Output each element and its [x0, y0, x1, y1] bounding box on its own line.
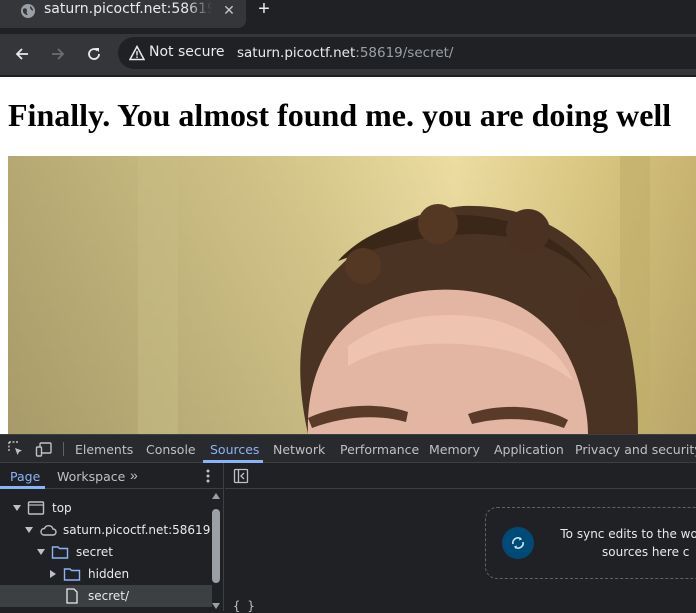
- sources-navigator: Page Workspace » top saturn.picoctf.net:…: [0, 463, 224, 611]
- file-icon: [66, 588, 78, 604]
- sync-message-line2: sources here c: [602, 545, 690, 559]
- tab-memory[interactable]: Memory: [429, 442, 480, 457]
- expand-arrow-icon[interactable]: [37, 549, 45, 555]
- tab-sources[interactable]: Sources: [210, 442, 259, 457]
- more-tabs-icon[interactable]: »: [130, 467, 138, 483]
- forward-button[interactable]: [47, 43, 69, 65]
- url-host: saturn.picoctf.net: [237, 45, 356, 61]
- back-arrow-icon: [15, 48, 28, 60]
- tab-console[interactable]: Console: [146, 442, 196, 457]
- scrollbar-thumb[interactable]: [212, 509, 220, 583]
- navigator-tab-workspace[interactable]: Workspace: [57, 469, 125, 484]
- tree-item-top[interactable]: top: [0, 497, 212, 519]
- scroll-down-arrow-icon[interactable]: [212, 603, 220, 609]
- devtools-panel: Elements Console Sources Network Perform…: [0, 434, 696, 613]
- reload-icon: [88, 48, 100, 60]
- page-content: Finally. You almost found me. you are do…: [0, 77, 696, 434]
- warning-icon: [129, 45, 145, 61]
- tab-privacy-security[interactable]: Privacy and security: [575, 442, 696, 457]
- tab-elements[interactable]: Elements: [75, 442, 133, 457]
- address-bar[interactable]: Not secure saturn.picoctf.net:58619/secr…: [118, 37, 696, 69]
- page-heading: Finally. You almost found me. you are do…: [8, 97, 672, 133]
- collapse-arrow-icon[interactable]: [50, 570, 56, 578]
- folder-icon: [51, 546, 69, 559]
- pretty-print-button[interactable]: { }: [233, 599, 255, 613]
- expand-arrow-icon[interactable]: [25, 527, 33, 533]
- tree-item-hidden-folder[interactable]: hidden: [0, 563, 212, 585]
- kebab-menu-icon[interactable]: [205, 468, 211, 484]
- sync-message: To sync edits to the worksp sources here…: [542, 525, 696, 561]
- editor-toolbar: [225, 463, 696, 489]
- reload-button[interactable]: [83, 43, 105, 65]
- tab-title: saturn.picoctf.net:58619/: [44, 1, 212, 17]
- browser-tab[interactable]: saturn.picoctf.net:58619/ ✕: [0, 0, 246, 28]
- expand-arrow-icon[interactable]: [13, 505, 21, 511]
- tree-item-secret-file[interactable]: secret/: [0, 585, 212, 607]
- folder-icon: [63, 568, 81, 581]
- url-text[interactable]: saturn.picoctf.net:58619/secret/: [237, 45, 453, 61]
- tab-strip: saturn.picoctf.net:58619/ ✕ +: [0, 0, 696, 34]
- sync-message-line1: To sync edits to the worksp: [560, 527, 696, 541]
- tab-application[interactable]: Application: [494, 442, 564, 457]
- frame-icon: [27, 501, 45, 515]
- toggle-navigator-icon[interactable]: [233, 468, 249, 484]
- navigator-active-indicator: [0, 486, 45, 489]
- navigator-header: Page Workspace »: [0, 463, 224, 489]
- forward-arrow-icon: [52, 48, 65, 60]
- sync-badge: [502, 527, 534, 559]
- back-button[interactable]: [11, 43, 33, 65]
- tab-network[interactable]: Network: [273, 442, 325, 457]
- navigator-tab-page[interactable]: Page: [10, 469, 40, 484]
- not-secure-label[interactable]: Not secure: [149, 44, 225, 60]
- sync-icon: [512, 537, 524, 549]
- tab-performance[interactable]: Performance: [340, 442, 419, 457]
- scroll-up-arrow-icon[interactable]: [212, 493, 220, 499]
- close-tab-icon[interactable]: ✕: [221, 2, 237, 18]
- sources-editor: To sync edits to the worksp sources here…: [225, 463, 696, 613]
- devtools-tabbar: Elements Console Sources Network Perform…: [0, 435, 696, 463]
- photo-image: [8, 156, 696, 434]
- new-tab-button[interactable]: +: [255, 0, 273, 19]
- toolbar-divider: [63, 442, 64, 456]
- tree-label: saturn.picoctf.net:58619: [63, 523, 211, 537]
- inspect-element-icon[interactable]: [7, 440, 25, 458]
- tree-label: hidden: [88, 567, 130, 581]
- globe-icon: [21, 4, 35, 18]
- workspace-sync-dropzone[interactable]: To sync edits to the worksp sources here…: [485, 507, 696, 579]
- cloud-icon: [40, 525, 57, 536]
- tree-label: top: [52, 501, 72, 515]
- tree-item-domain[interactable]: saturn.picoctf.net:58619: [0, 519, 212, 541]
- tree-label: secret: [76, 545, 113, 559]
- url-path: :58619/secret/: [355, 45, 454, 61]
- tree-label: secret/: [88, 589, 130, 603]
- device-toolbar-icon[interactable]: [35, 440, 53, 458]
- tree-item-secret-folder[interactable]: secret: [0, 541, 212, 563]
- browser-toolbar: Not secure saturn.picoctf.net:58619/secr…: [0, 34, 696, 76]
